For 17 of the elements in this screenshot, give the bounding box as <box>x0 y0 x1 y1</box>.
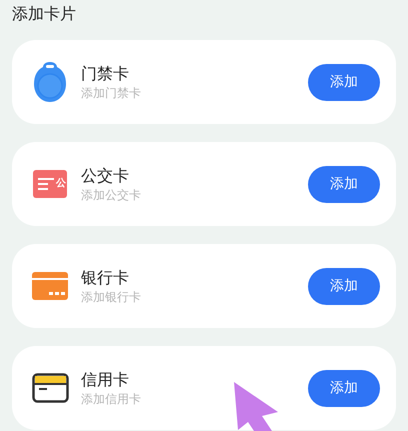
bus-card-icon: 公 <box>33 170 67 198</box>
card-name: 银行卡 <box>81 267 129 289</box>
card-subtitle: 添加信用卡 <box>81 391 141 407</box>
card-subtitle: 添加公交卡 <box>81 187 141 203</box>
add-button[interactable]: 添加 <box>308 268 380 304</box>
card-name: 信用卡 <box>81 369 129 391</box>
add-button[interactable]: 添加 <box>308 370 380 406</box>
add-button[interactable]: 添加 <box>308 64 380 100</box>
tag-icon <box>33 61 67 103</box>
card-name: 公交卡 <box>81 165 129 187</box>
credit-card-icon <box>32 373 68 403</box>
card-name: 门禁卡 <box>81 63 129 85</box>
card-subtitle: 添加银行卡 <box>81 289 141 305</box>
bank-card-icon <box>32 272 68 300</box>
add-button[interactable]: 添加 <box>308 166 380 202</box>
card-subtitle: 添加门禁卡 <box>81 85 141 101</box>
section-title: 添加卡片 <box>12 3 76 25</box>
